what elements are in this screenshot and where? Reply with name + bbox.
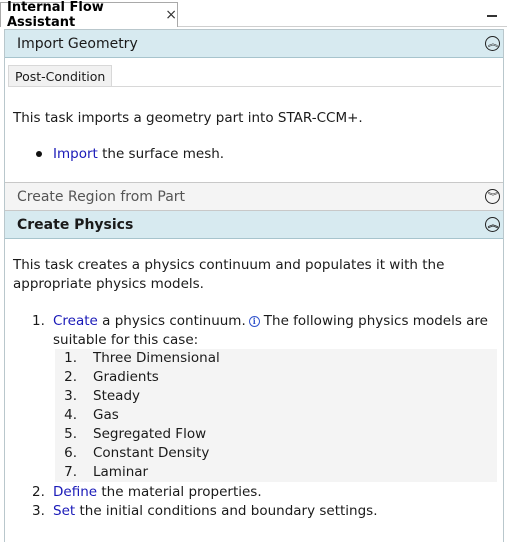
tab-bar: Internal Flow Assistant × (0, 0, 507, 30)
step-number: 3. (32, 503, 45, 519)
create-link[interactable]: Create (53, 313, 98, 329)
step-3-text: the initial conditions and boundary sett… (75, 503, 378, 519)
define-link[interactable]: Define (53, 484, 97, 500)
physics-description-line1: This task creates a physics continuum an… (13, 257, 445, 273)
import-bullet: Import the surface mesh. (53, 145, 224, 164)
section-title-create-physics: Create Physics (17, 216, 134, 233)
tab-internal-flow-assistant[interactable]: Internal Flow Assistant × (0, 0, 178, 30)
collapse-up-icon[interactable]: ︽ (485, 217, 500, 232)
section-title-import-geometry: Import Geometry (17, 35, 138, 52)
import-link[interactable]: Import (53, 146, 98, 162)
section-header-import-geometry[interactable]: Import Geometry ︽ (5, 30, 503, 58)
physics-models-list: 1. Three Dimensional 2. Gradients 3. Ste… (55, 349, 497, 482)
step-2-text: the material properties. (97, 484, 262, 500)
physics-description-line2: appropriate physics models. (13, 276, 204, 292)
step-number: 1. (32, 313, 45, 329)
bullet-icon (36, 151, 42, 157)
section-header-create-physics[interactable]: Create Physics ︽ (5, 211, 503, 239)
step-3: Set the initial conditions and boundary … (53, 502, 378, 521)
assistant-panel: Import Geometry ︽ Post-Condition This ta… (4, 29, 504, 542)
step-1: Create a physics continuum. i The followin… (53, 312, 498, 331)
section-title-create-region: Create Region from Part (17, 188, 186, 205)
step-1-text-c: suitable for this case: (53, 332, 199, 348)
close-icon[interactable]: × (165, 7, 177, 23)
step-number: 2. (32, 484, 45, 500)
step-2: Define the material properties. (53, 483, 262, 502)
info-icon[interactable]: i (248, 316, 260, 327)
step-1-text: a physics continuum. (97, 313, 246, 329)
tab-title: Internal Flow Assistant (7, 0, 104, 30)
set-link[interactable]: Set (53, 503, 75, 519)
step-1-text-b: The following physics models are (263, 313, 488, 329)
section-header-create-region[interactable]: Create Region from Part ︾ (5, 182, 503, 211)
import-description: This task imports a geometry part into S… (13, 110, 363, 126)
minimize-icon[interactable] (487, 6, 497, 20)
import-bullet-text: the surface mesh. (97, 146, 225, 162)
expand-down-icon[interactable]: ︾ (485, 189, 500, 204)
divider (109, 86, 501, 87)
post-condition-tab[interactable]: Post-Condition (8, 65, 113, 87)
collapse-up-icon[interactable]: ︽ (485, 36, 500, 51)
